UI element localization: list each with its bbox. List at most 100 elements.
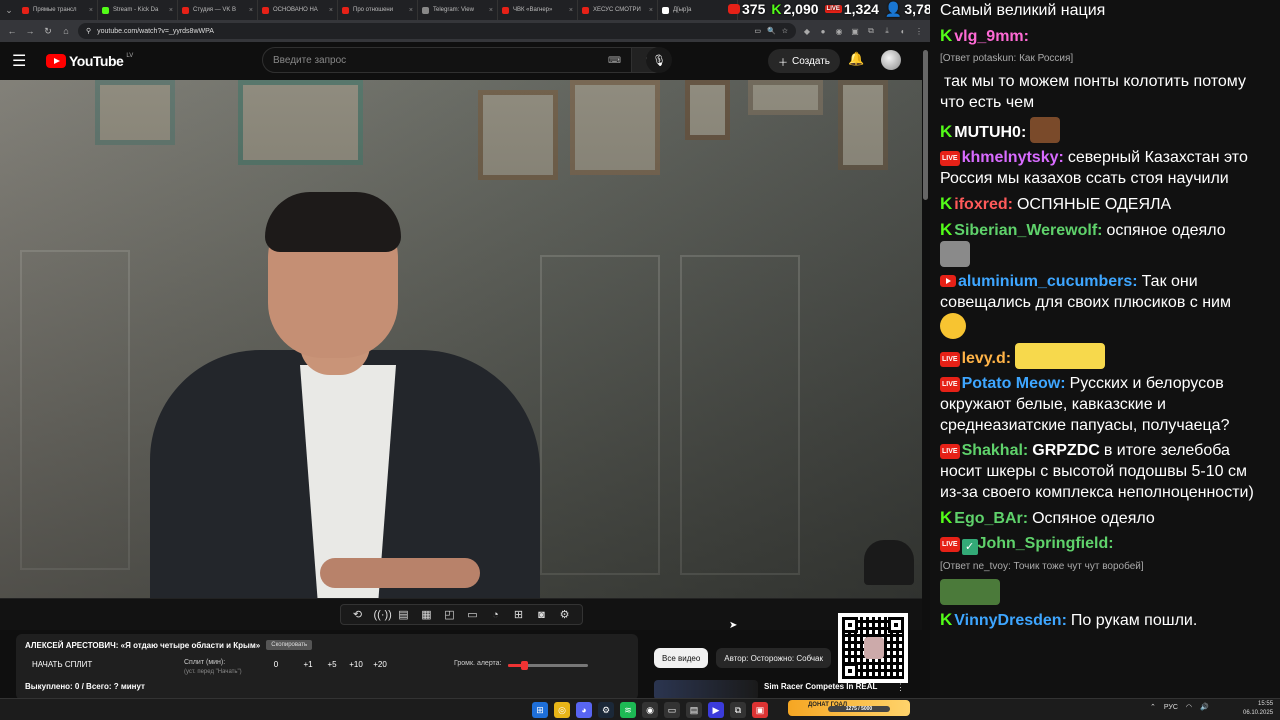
- clock[interactable]: 15:55 06.10.2025: [1243, 700, 1273, 718]
- alert-volume-slider[interactable]: [507, 661, 588, 670]
- chip-author[interactable]: Автор: Осторожно: Собчак: [716, 648, 832, 668]
- recommendation-title[interactable]: Sim Racer Competes In REAL: [764, 682, 877, 691]
- tab-search-icon[interactable]: ⌄: [0, 0, 18, 20]
- chat-username[interactable]: Siberian_Werewolf:: [954, 222, 1102, 239]
- start-windows-icon[interactable]: ⊞: [532, 702, 548, 718]
- theater-mode-icon[interactable]: ▭: [466, 608, 480, 621]
- increment-button-5[interactable]: +5: [320, 658, 344, 669]
- settings-gear-icon[interactable]: ⚙: [558, 608, 572, 621]
- extension-icon[interactable]: ▣: [850, 27, 860, 36]
- extension-icon[interactable]: ◉: [834, 27, 844, 36]
- avatar[interactable]: [881, 50, 901, 70]
- clip-add-icon[interactable]: ⊞: [512, 608, 526, 621]
- chat-username[interactable]: John_Springfield:: [978, 535, 1114, 552]
- chat-username[interactable]: levy.d:: [962, 350, 1012, 367]
- forward-icon[interactable]: →: [24, 26, 36, 36]
- wifi-icon[interactable]: ◠: [1186, 703, 1192, 711]
- chat-username[interactable]: VinnyDresden:: [954, 612, 1067, 629]
- increment-button-10[interactable]: +10: [344, 658, 368, 669]
- split-value-input[interactable]: 0: [262, 658, 290, 669]
- search-input[interactable]: Введите запрос ⌨: [262, 47, 632, 73]
- recommendation-thumbnail[interactable]: [654, 680, 758, 700]
- cast-icon[interactable]: ▭: [754, 27, 761, 35]
- browser-menu-icon[interactable]: ⋮: [914, 27, 924, 36]
- clapper-icon[interactable]: ▦: [420, 608, 434, 621]
- screenshot-camera-icon[interactable]: ◙: [535, 609, 549, 621]
- app-icon[interactable]: ▤: [686, 702, 702, 718]
- chat-username[interactable]: ifoxred:: [954, 196, 1013, 213]
- windows-taskbar: ⊞ ◎ ◕ ⚙ ≋ ◉ ▭ ▤ ▶ ⧉ ▣ ДОНАТ ГОАЛ 1275 / …: [0, 698, 1280, 720]
- app-icon[interactable]: ⧉: [730, 702, 746, 718]
- steam-icon[interactable]: ⚙: [598, 702, 614, 718]
- picture-in-picture-icon[interactable]: ◰: [443, 608, 457, 621]
- tab-close-icon[interactable]: ×: [89, 7, 93, 14]
- keyboard-icon[interactable]: ⌨: [608, 55, 621, 66]
- create-button[interactable]: ＋ Создать: [768, 49, 841, 73]
- app-icon[interactable]: ▶: [708, 702, 724, 718]
- tray-chevron-icon[interactable]: ⌃: [1150, 703, 1156, 711]
- browser-tab[interactable]: Telegram: View ×: [418, 0, 498, 20]
- more-options-icon[interactable]: ⋮: [896, 682, 905, 693]
- extension-icon[interactable]: ●: [818, 27, 828, 36]
- slider-handle[interactable]: [520, 661, 528, 670]
- browser-tab[interactable]: ЧВК «Вагнер» ×: [498, 0, 578, 20]
- chip-all-videos[interactable]: Все видео: [654, 648, 709, 668]
- discord-icon[interactable]: ◕: [576, 702, 592, 718]
- audio-wave-icon[interactable]: ((·)): [374, 609, 392, 621]
- home-icon[interactable]: ⌂: [60, 26, 72, 36]
- chat-username[interactable]: MUTUH0:: [954, 124, 1026, 141]
- browser-tab[interactable]: Про отношени ×: [338, 0, 418, 20]
- tab-close-icon[interactable]: ×: [169, 7, 173, 14]
- increment-button-20[interactable]: +20: [368, 658, 392, 669]
- profile-icon[interactable]: ◐: [898, 27, 908, 36]
- browser-tab[interactable]: Stream - Kick Da ×: [98, 0, 178, 20]
- extensions-puzzle-icon[interactable]: ⧉: [866, 26, 876, 36]
- download-icon[interactable]: ⤓: [882, 26, 892, 36]
- chat-username[interactable]: Shakhal:: [962, 442, 1029, 459]
- chat-username[interactable]: aluminium_cucumbers:: [958, 273, 1138, 290]
- notifications-bell-icon[interactable]: 🔔: [848, 51, 864, 67]
- loop-icon[interactable]: ⟲: [351, 608, 365, 621]
- chat-username[interactable]: khmelnytsky:: [962, 149, 1064, 166]
- obs-icon[interactable]: ◉: [642, 702, 658, 718]
- browser-tab[interactable]: Прямые трансл ×: [18, 0, 98, 20]
- language-indicator[interactable]: РУС: [1164, 704, 1178, 711]
- tab-close-icon[interactable]: ×: [249, 7, 253, 14]
- site-info-icon[interactable]: ⚲: [86, 27, 91, 35]
- browser-tab[interactable]: ОСНОВАНО НА ×: [258, 0, 338, 20]
- browser-tab[interactable]: Д[ыр]а×: [658, 0, 738, 20]
- video-player[interactable]: [0, 80, 922, 598]
- tab-close-icon[interactable]: ×: [489, 7, 493, 14]
- chat-username[interactable]: Ego_BAr:: [954, 510, 1028, 527]
- tab-close-icon[interactable]: ×: [569, 7, 573, 14]
- chat-username[interactable]: Potato Meow:: [962, 375, 1066, 392]
- zoom-icon[interactable]: 🔍: [767, 27, 776, 35]
- chrome-icon[interactable]: ◎: [554, 702, 570, 718]
- volume-icon[interactable]: 🔊: [1200, 703, 1209, 711]
- browser-tab[interactable]: Студия — VK В ×: [178, 0, 258, 20]
- checkmark-badge-icon: ✓: [961, 539, 978, 555]
- app-icon[interactable]: ▭: [664, 702, 680, 718]
- speed-gauge-icon[interactable]: ◔: [489, 609, 503, 621]
- app-icon[interactable]: ▣: [752, 702, 768, 718]
- back-icon[interactable]: ←: [6, 26, 18, 36]
- spotify-icon[interactable]: ≋: [620, 702, 636, 718]
- copy-button[interactable]: Скопировать: [266, 640, 313, 650]
- tab-close-icon[interactable]: ×: [329, 7, 333, 14]
- hamburger-menu-icon[interactable]: ☰: [12, 51, 34, 71]
- start-split-button[interactable]: НАЧАТЬ СПЛИТ: [25, 658, 125, 669]
- extension-icon[interactable]: ◆: [802, 27, 812, 36]
- tab-close-icon[interactable]: ×: [409, 7, 413, 14]
- chat-username[interactable]: vlg_9mm:: [954, 28, 1029, 45]
- subtitles-icon[interactable]: ▤: [397, 608, 411, 621]
- browser-tab[interactable]: ХЕСУС СМОТРИ ×: [578, 0, 658, 20]
- scrollbar-thumb[interactable]: [923, 50, 928, 200]
- address-bar[interactable]: ⚲ youtube.com/watch?v=_yyrds8wWPA ▭ 🔍 ☆: [78, 23, 796, 39]
- tab-close-icon[interactable]: ×: [649, 7, 653, 14]
- reload-icon[interactable]: ↻: [42, 26, 54, 37]
- page-scrollbar[interactable]: [922, 42, 930, 698]
- youtube-logo[interactable]: YouTube LV: [46, 53, 133, 69]
- increment-button-1[interactable]: +1: [296, 658, 320, 669]
- bookmark-star-icon[interactable]: ☆: [782, 27, 788, 35]
- voice-search-button[interactable]: 🎙: [646, 47, 672, 73]
